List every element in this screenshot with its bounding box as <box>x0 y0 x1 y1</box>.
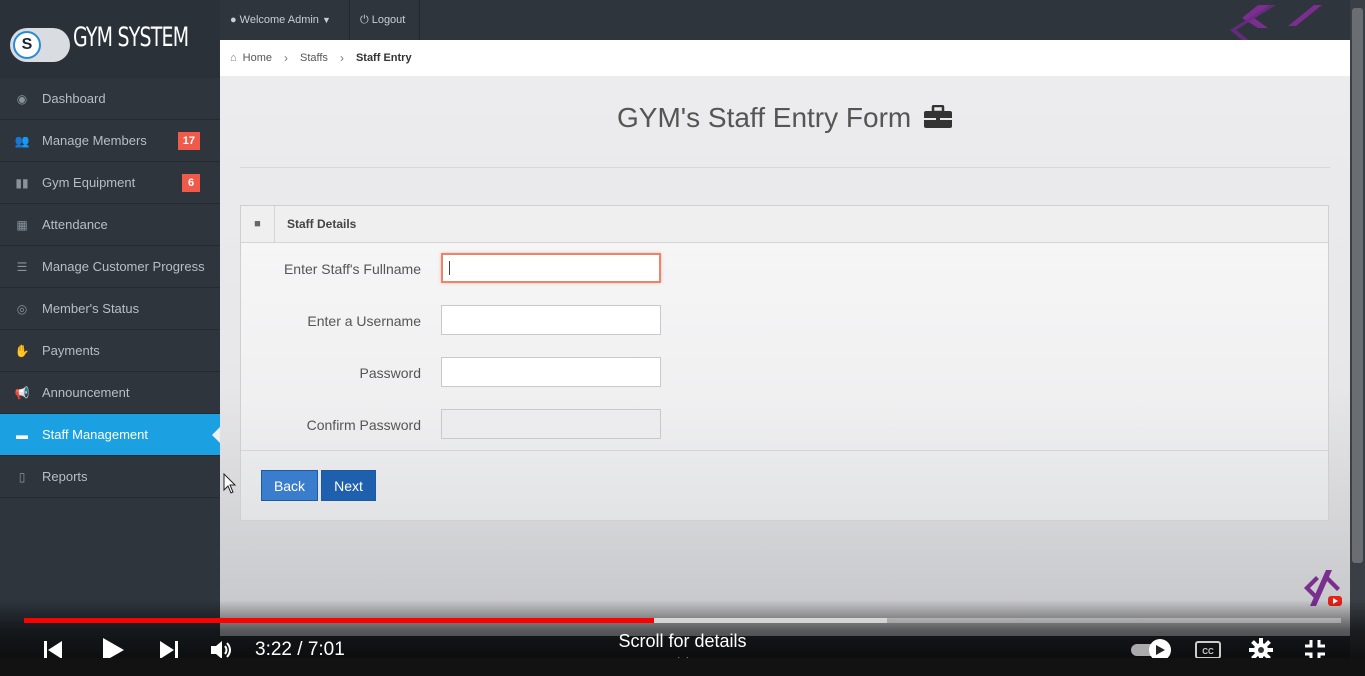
sidebar-item-label: Attendance <box>42 217 108 232</box>
sidebar-item-attendance[interactable]: ▦ Attendance <box>0 204 220 246</box>
dumbbell-icon: ▮▮ <box>15 175 29 190</box>
confirm-password-label: Confirm Password <box>306 417 421 433</box>
page-title-text: GYM's Staff Entry Form <box>617 102 912 133</box>
brand-header: S GYM SYSTEM <box>0 0 220 78</box>
file-icon: ▯ <box>18 469 26 484</box>
power-icon: ⏻ <box>360 13 369 26</box>
sidebar-item-staff-management[interactable]: ▬ Staff Management <box>0 414 220 456</box>
sidebar-item-label: Payments <box>42 343 100 358</box>
breadcrumb: ⌂ Home › Staffs › Staff Entry <box>220 40 1350 76</box>
calendar-icon: ▦ <box>16 217 28 232</box>
staff-details-panel: ■ Staff Details Enter Staff's Fullname E… <box>240 205 1329 521</box>
panel-header: ■ Staff Details <box>241 205 1328 243</box>
logo-badge: S <box>13 31 41 59</box>
sidebar-item-label: Manage Members <box>42 133 147 148</box>
fullname-label: Enter Staff's Fullname <box>283 261 421 277</box>
chevron-right-icon: › <box>339 51 344 65</box>
sidebar-nav: ◉ Dashboard 👥 Manage Members 17 ▮▮ Gym Equipme… <box>0 78 220 498</box>
fullname-row: Enter Staff's Fullname <box>241 253 1328 285</box>
brand-title: GYM SYSTEM <box>73 22 189 53</box>
progress-played <box>24 618 655 623</box>
password-input[interactable] <box>441 357 661 387</box>
sidebar-item-manage-members[interactable]: 👥 Manage Members 17 <box>0 120 220 162</box>
sidebar-item-reports[interactable]: ▯ Reports <box>0 456 220 498</box>
sidebar-item-payments[interactable]: ✋ Payments <box>0 330 220 372</box>
welcome-admin-menu[interactable]: ● Welcome Admin ▼ <box>220 0 350 40</box>
main-content: GYM's Staff Entry Form ■ Staff Details E… <box>220 76 1350 636</box>
sidebar-item-label: Member's Status <box>42 301 140 316</box>
bottom-strip <box>0 658 1365 676</box>
scrollbar-thumb[interactable] <box>1352 8 1363 563</box>
list-icon: ☰ <box>16 259 28 274</box>
video-progress-bar[interactable] <box>24 618 1341 623</box>
panel-title: Staff Details <box>287 217 357 231</box>
text-caret <box>449 261 450 275</box>
sidebar: S GYM SYSTEM ◉ Dashboard 👥 Manage Members 17… <box>0 0 220 676</box>
users-icon: 👥 <box>14 133 30 148</box>
user-icon: ● <box>230 14 237 26</box>
sidebar-item-label: Gym Equipment <box>42 175 136 190</box>
eye-icon: ◎ <box>16 301 28 316</box>
back-button[interactable]: Back <box>261 470 318 501</box>
briefcase-icon: ■ <box>241 205 275 243</box>
briefcase-icon <box>924 104 952 128</box>
password-row: Password <box>241 357 1328 389</box>
next-button[interactable]: Next <box>321 470 376 501</box>
username-label: Enter a Username <box>307 313 421 329</box>
username-row: Enter a Username <box>241 305 1328 337</box>
megaphone-icon: 📢 <box>14 385 30 400</box>
page-scrollbar[interactable] <box>1350 0 1365 660</box>
title-divider <box>240 167 1330 168</box>
dashboard-icon: ◉ <box>16 91 28 106</box>
logout-button[interactable]: ⏻ Logout <box>350 0 420 40</box>
sidebar-item-dashboard[interactable]: ◉ Dashboard <box>0 78 220 120</box>
logout-label: Logout <box>371 14 406 26</box>
sidebar-item-gym-equipment[interactable]: ▮▮ Gym Equipment 6 <box>0 162 220 204</box>
breadcrumb-staffs[interactable]: Staffs <box>300 52 328 64</box>
svg-text:CC: CC <box>1202 647 1214 656</box>
caret-down-icon: ▼ <box>321 15 331 25</box>
sidebar-item-announcement[interactable]: 📢 Announcement <box>0 372 220 414</box>
top-bar: ● Welcome Admin ▼ ⏻ Logout <box>220 0 1350 62</box>
mouse-pointer-icon <box>223 473 237 494</box>
confirm-password-input[interactable] <box>441 409 661 439</box>
sidebar-item-label: Announcement <box>42 385 130 400</box>
home-icon: ⌂ <box>230 52 237 64</box>
breadcrumb-home[interactable]: Home <box>243 52 272 64</box>
actions-divider <box>241 450 1328 451</box>
count-badge: 6 <box>182 174 200 192</box>
sidebar-item-manage-customer-progress[interactable]: ☰ Manage Customer Progress <box>0 246 220 288</box>
password-label: Password <box>359 365 421 381</box>
sidebar-item-label: Reports <box>42 469 88 484</box>
welcome-label: Welcome Admin <box>239 14 319 26</box>
count-badge: 17 <box>177 132 200 150</box>
page-title: GYM's Staff Entry Form <box>220 102 1350 134</box>
fullname-input[interactable] <box>441 253 661 283</box>
briefcase-icon: ▬ <box>16 427 28 442</box>
sidebar-item-label: Dashboard <box>42 91 106 106</box>
chevron-right-icon: › <box>284 51 288 65</box>
confirm-password-row: Confirm Password <box>241 409 1328 441</box>
sidebar-item-label: Manage Customer Progress <box>42 259 205 274</box>
sidebar-item-label: Staff Management <box>42 427 148 442</box>
username-input[interactable] <box>441 305 661 335</box>
captions-icon[interactable]: CC <box>1195 640 1221 660</box>
hand-money-icon: ✋ <box>14 343 30 358</box>
breadcrumb-current: Staff Entry <box>355 52 412 64</box>
sidebar-item-member-s-status[interactable]: ◎ Member's Status <box>0 288 220 330</box>
